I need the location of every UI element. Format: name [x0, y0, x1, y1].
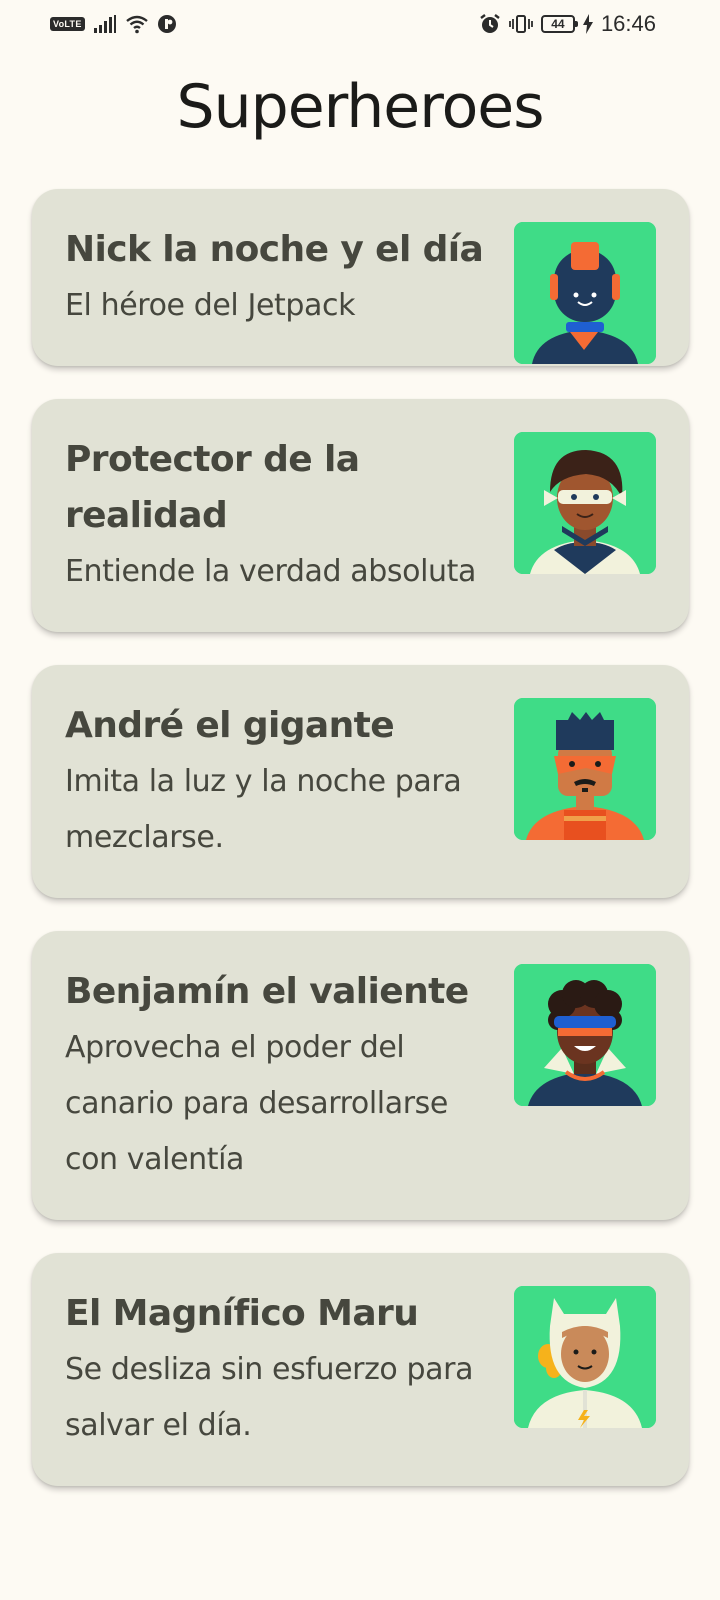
hero-description: Entiende la verdad absoluta	[65, 554, 476, 589]
visor-hero-avatar-icon	[514, 964, 656, 1106]
hero-card[interactable]: Benjamín el valiente Aprovecha el poder …	[32, 931, 689, 1220]
orange-hero-avatar-icon	[514, 698, 656, 840]
hero-description: Aprovecha el poder del canario para desa…	[65, 1030, 448, 1177]
status-bar: VoLTE 44 16:46	[0, 0, 720, 48]
alarm-icon	[479, 13, 501, 35]
hero-description: El héroe del Jetpack	[65, 288, 356, 323]
hero-card[interactable]: Protector de la realidad Entiende la ver…	[32, 399, 689, 632]
clock: 16:46	[600, 11, 656, 36]
volte-indicator: VoLTE	[50, 17, 85, 31]
masked-hero-avatar-icon	[514, 432, 656, 574]
hero-description: Se desliza sin esfuerzo para salvar el d…	[65, 1352, 474, 1443]
hero-name: Benjamín el valiente	[65, 971, 469, 1012]
hero-description: Imita la luz y la noche para mezclarse.	[65, 764, 462, 855]
hero-card[interactable]: André el gigante Imita la luz y la noche…	[32, 665, 689, 898]
vibrate-icon	[509, 14, 533, 34]
wifi-icon	[125, 14, 149, 34]
sync-icon	[157, 14, 177, 34]
hero-name: Nick la noche y el día	[65, 229, 484, 270]
battery-indicator: 44	[540, 15, 578, 33]
status-right: 44 16:46	[479, 11, 656, 37]
charging-icon	[582, 14, 593, 34]
hooded-hero-avatar-icon	[514, 1286, 656, 1428]
signal-icon	[93, 15, 117, 33]
hero-name: El Magnífico Maru	[65, 1293, 419, 1334]
hero-name: Protector de la realidad	[65, 439, 360, 536]
hero-card[interactable]: El Magnífico Maru Se desliza sin esfuerz…	[32, 1253, 689, 1486]
hero-list[interactable]: Nick la noche y el día El héroe del Jetp…	[32, 189, 689, 1519]
page-title: Superheroes	[176, 72, 545, 142]
hero-card[interactable]: Nick la noche y el día El héroe del Jetp…	[32, 189, 689, 366]
status-left: VoLTE	[50, 14, 177, 34]
jetpack-hero-avatar-icon	[514, 222, 656, 364]
hero-name: André el gigante	[65, 705, 395, 746]
